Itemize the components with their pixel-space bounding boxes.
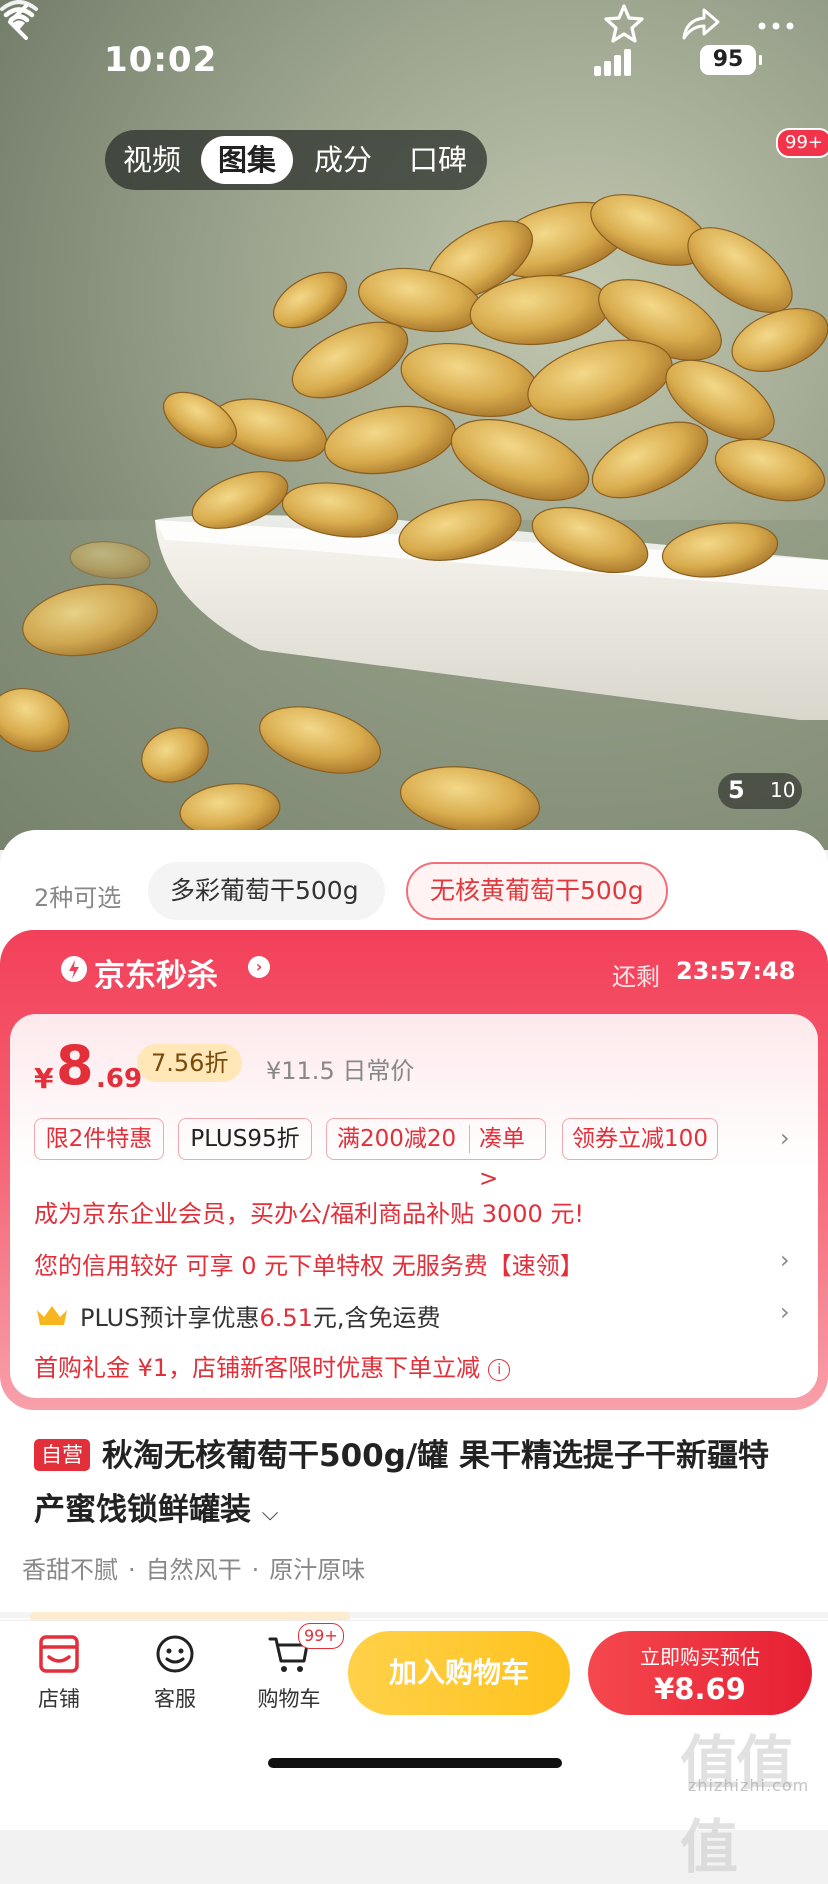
promo-tag-plus[interactable]: PLUS95折 xyxy=(178,1118,312,1160)
tab-reviews[interactable]: 口碑 xyxy=(395,136,481,184)
variant-option-seedless-yellow[interactable]: 无核黄葡萄干500g xyxy=(406,862,668,920)
plus-crown-icon xyxy=(37,1306,67,1325)
site-watermark-url: zhizhizhi.com xyxy=(688,1776,810,1795)
gallery-counter: 5 10 xyxy=(718,773,802,809)
product-image-gallery[interactable]: 10:02 95 视频 图集 成分 口碑 99+ 5 10 xyxy=(0,0,828,850)
store-label: 店铺 xyxy=(38,1687,80,1711)
share-icon[interactable] xyxy=(676,0,724,48)
status-time: 10:02 xyxy=(104,40,218,80)
promo-tag-limit[interactable]: 限2件特惠 xyxy=(34,1118,164,1160)
first-purchase-line[interactable]: 首购礼金 ¥1，店铺新客限时优惠下单立减 i xyxy=(34,1348,511,1383)
battery-indicator: 95 xyxy=(700,45,762,75)
info-icon[interactable]: i xyxy=(488,1359,511,1381)
price-decimal: .69 xyxy=(96,1064,143,1094)
gallery-total-count: 10 xyxy=(770,778,796,802)
first-purchase-text: 首购礼金 ¥1，店铺新客限时优惠下单立减 xyxy=(34,1354,481,1382)
tab-gallery[interactable]: 图集 xyxy=(201,136,293,184)
gallery-tabs: 视频 图集 成分 口碑 xyxy=(105,130,487,190)
store-button[interactable]: 店铺 xyxy=(14,1631,104,1713)
customer-service-icon xyxy=(156,1635,194,1673)
buy-now-price: ¥8.69 xyxy=(654,1672,746,1706)
promo-expand-chevron-icon[interactable]: › xyxy=(780,1124,790,1152)
plus-savings-prefix: PLUS预计享优惠 xyxy=(80,1304,260,1332)
gallery-current-index: 5 xyxy=(728,776,745,804)
plus-savings-line[interactable]: PLUS预计享优惠6.51元,含免运费 xyxy=(80,1298,441,1333)
promo-add-on-link[interactable]: 凑单 > xyxy=(479,1119,545,1199)
price-currency: ¥ xyxy=(34,1062,54,1095)
promo-tag-threshold[interactable]: 满200减20 凑单 > xyxy=(326,1118,546,1192)
chevron-right-icon: › xyxy=(248,956,270,978)
cart-label: 购物车 xyxy=(257,1687,321,1711)
product-features: 香甜不腻 · 自然风干 · 原汁原味 xyxy=(22,1556,366,1584)
feature-tag: 自然风干 xyxy=(145,1556,242,1584)
add-to-cart-button[interactable]: 加入购物车 xyxy=(348,1631,570,1715)
variant-option-colorful[interactable]: 多彩葡萄干500g xyxy=(148,862,385,920)
promo-divider xyxy=(469,1125,470,1153)
enterprise-member-line[interactable]: 成为京东企业会员，买办公/福利商品补贴 3000 元! xyxy=(34,1194,584,1229)
raisin-photo xyxy=(0,194,828,850)
discount-badge: 7.56折 xyxy=(137,1044,243,1082)
countdown-label: 还剩 xyxy=(612,963,660,991)
regular-price: ¥11.5 日常价 xyxy=(266,1057,415,1085)
tab-ingredients[interactable]: 成分 xyxy=(299,136,387,184)
flash-sale-brand: 京东秒杀 xyxy=(94,958,218,994)
promo-threshold-label: 满200减20 xyxy=(337,1126,457,1152)
customer-service-button[interactable]: 客服 xyxy=(130,1631,220,1713)
promo-tag-coupon[interactable]: 领券立减100 xyxy=(562,1118,718,1160)
buy-now-button[interactable]: 立即购买预估 ¥8.69 xyxy=(588,1631,812,1715)
plus-savings-suffix: 元,含免运费 xyxy=(312,1304,441,1332)
variant-count-label: 2种可选 xyxy=(34,884,122,912)
credit-chevron-icon[interactable]: › xyxy=(780,1246,790,1274)
favorite-star-icon[interactable] xyxy=(600,0,648,48)
buy-now-estimate-label: 立即购买预估 xyxy=(640,1645,760,1669)
more-options-icon[interactable] xyxy=(752,0,800,48)
home-indicator[interactable] xyxy=(268,1758,562,1768)
cellular-signal-icon xyxy=(594,48,634,76)
plus-chevron-icon[interactable]: › xyxy=(780,1298,790,1326)
store-icon xyxy=(39,1635,79,1673)
product-title[interactable]: 秋淘无核葡萄干500g/罐 果干精选提子干新疆特产蜜饯锁鲜罐装 ⌵ xyxy=(34,1429,794,1541)
chevron-down-icon[interactable]: ⌵ xyxy=(262,1501,279,1526)
site-watermark: 值值值 xyxy=(680,1729,794,1881)
countdown-timer: 23:57:48 xyxy=(676,957,796,985)
customer-service-label: 客服 xyxy=(154,1687,196,1711)
feature-tag: 原汁原味 xyxy=(269,1556,366,1584)
flash-sale-panel: 京东秒杀 › 还剩 23:57:48 ¥ 8 .69 7.56折 ¥11.5 日… xyxy=(0,930,828,1410)
credit-privilege-line[interactable]: 您的信用较好 可享 0 元下单特权 无服务费【速领】 xyxy=(34,1246,584,1281)
flash-sale-header[interactable]: 京东秒杀 › 还剩 23:57:48 xyxy=(0,930,828,1014)
price-card: ¥ 8 .69 7.56折 ¥11.5 日常价 限2件特惠 PLUS95折 满2… xyxy=(10,1014,818,1398)
flash-sale-logo-icon xyxy=(61,956,87,982)
feature-tag: 香甜不腻 xyxy=(22,1556,118,1584)
cart-button[interactable]: 99+ 购物车 xyxy=(244,1623,344,1713)
product-title-text: 秋淘无核葡萄干500g/罐 果干精选提子干新疆特产蜜饯锁鲜罐装 xyxy=(34,1438,770,1528)
back-arrow-icon[interactable] xyxy=(0,0,40,44)
plus-savings-amount: 6.51 xyxy=(259,1304,313,1332)
cart-count-badge: 99+ xyxy=(298,1623,344,1649)
tab-video[interactable]: 视频 xyxy=(111,136,193,184)
price-integer: 8 xyxy=(56,1034,94,1097)
more-notification-badge: 99+ xyxy=(776,128,828,158)
